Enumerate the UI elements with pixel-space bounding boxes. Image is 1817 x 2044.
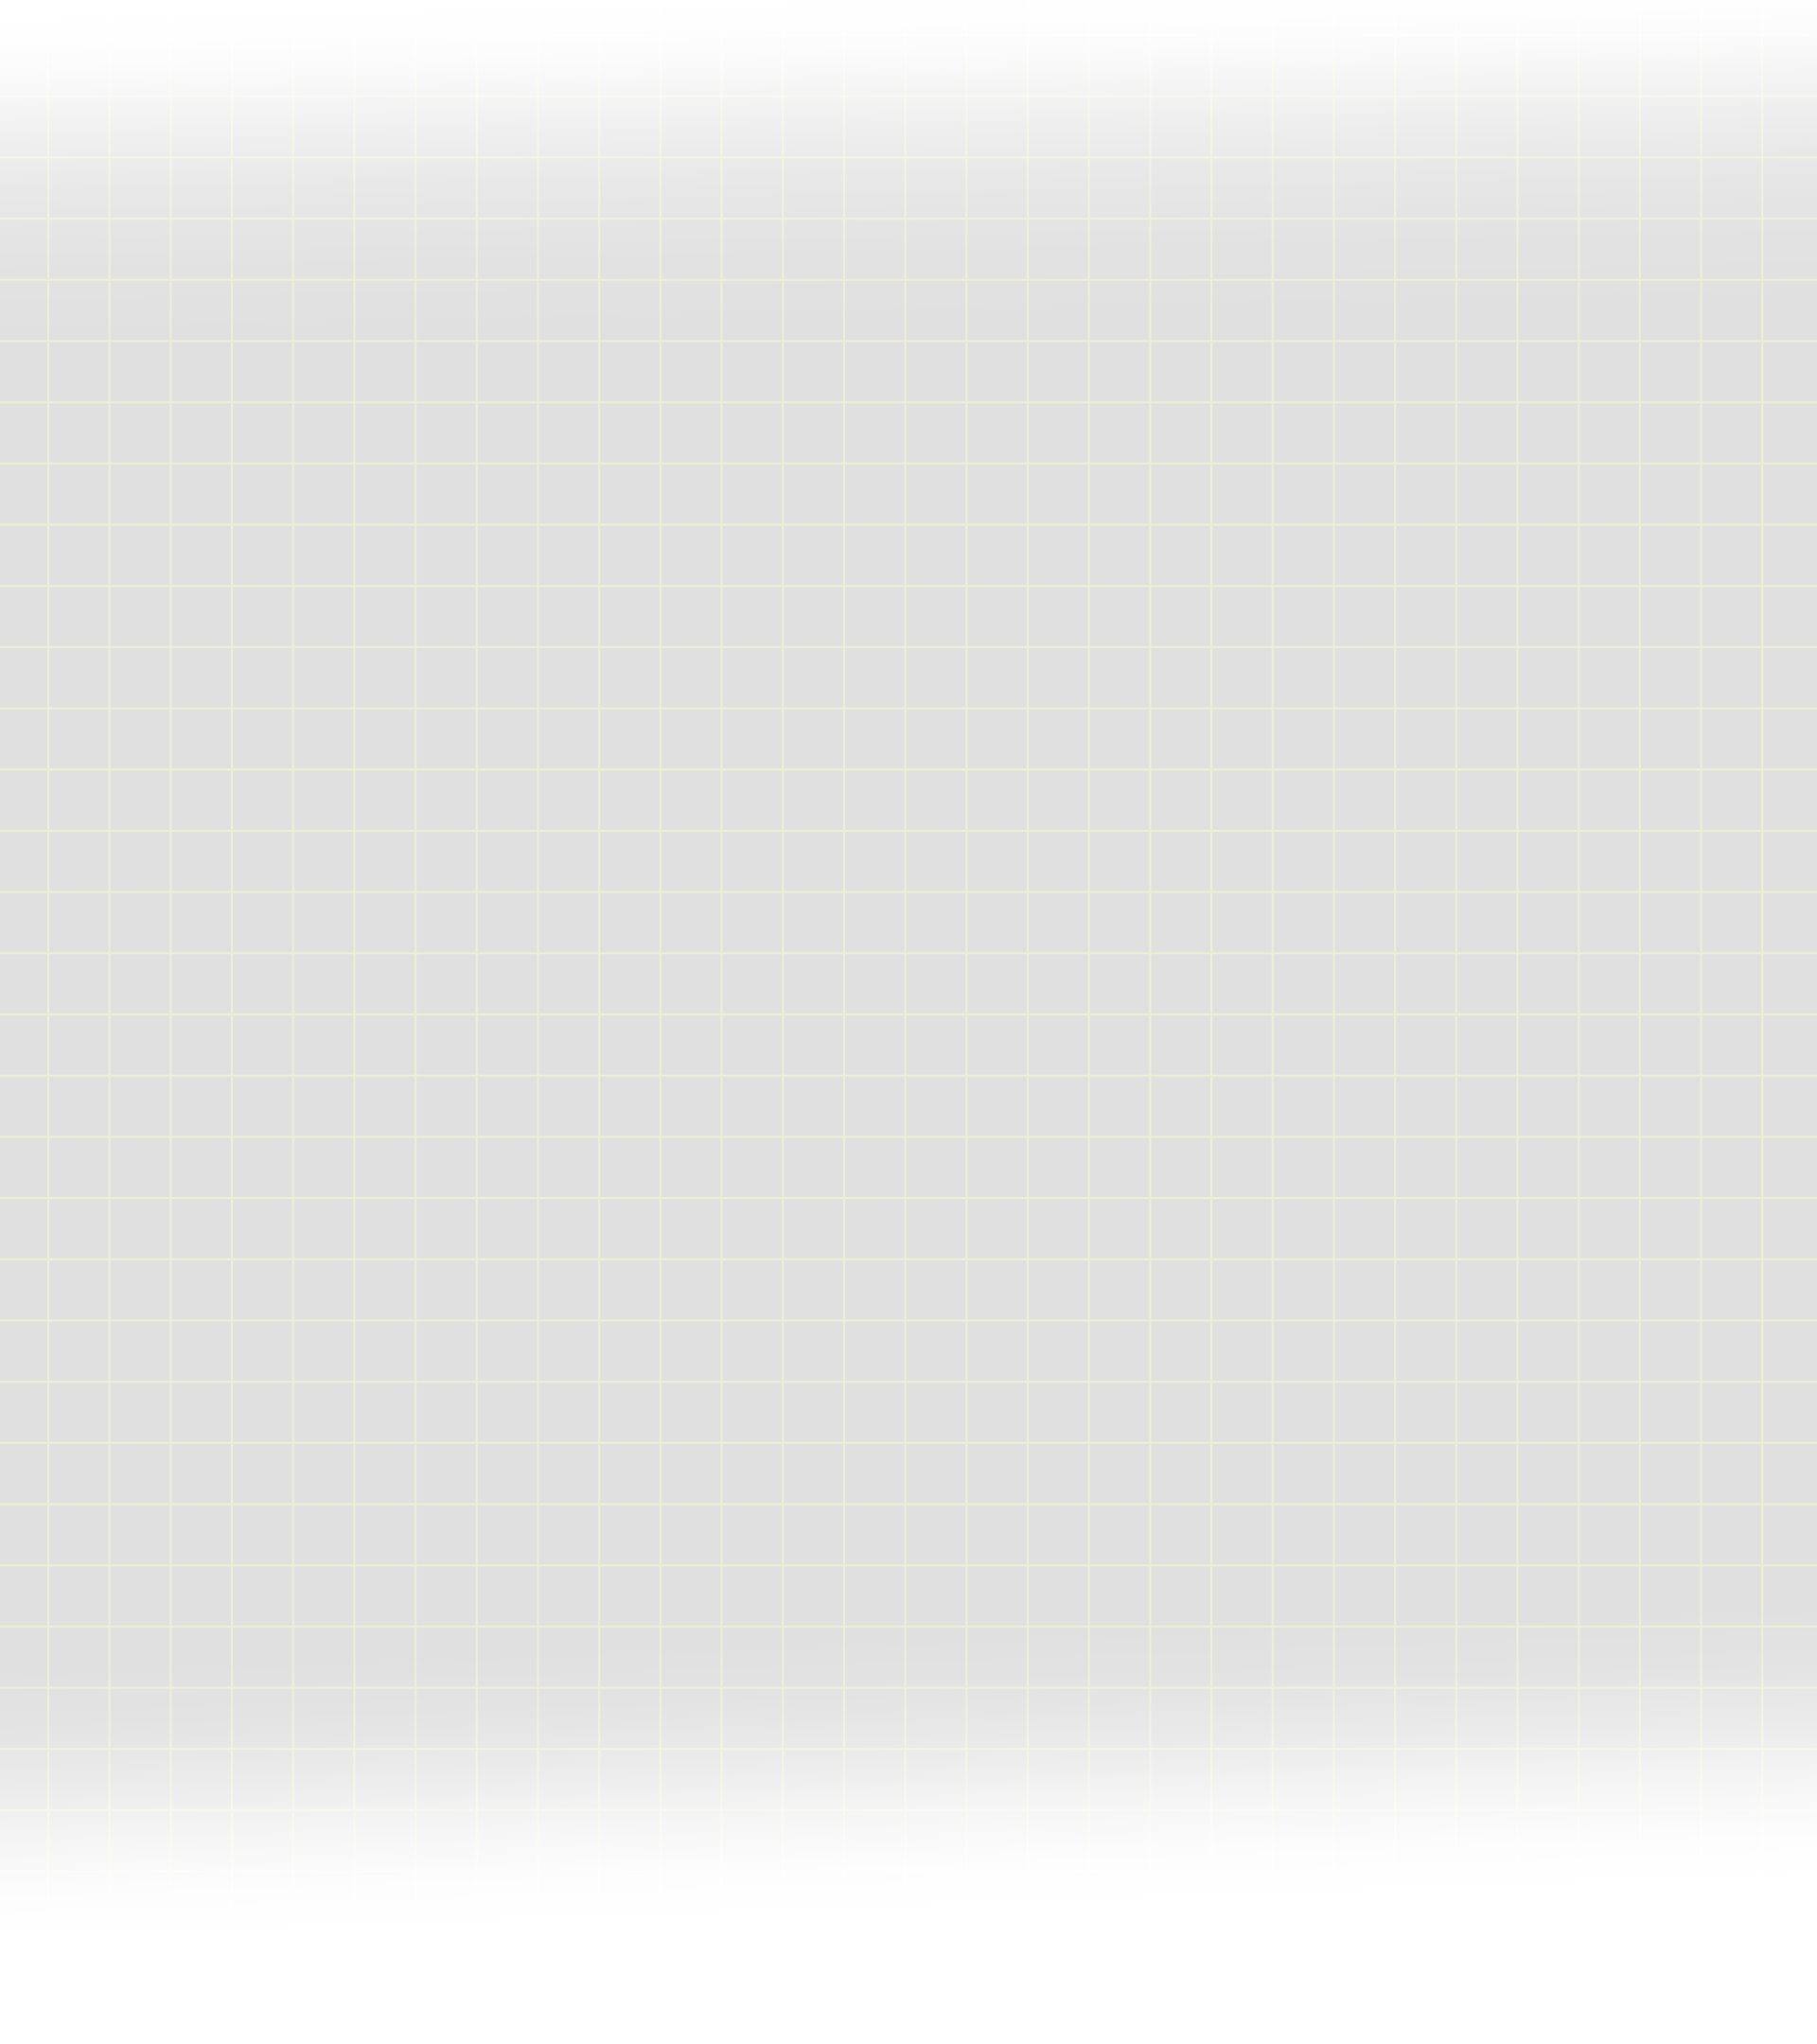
top-fade-overlay — [0, 0, 1817, 435]
blank-grid-canvas — [0, 0, 1817, 2044]
bottom-white-area — [0, 1930, 1817, 2044]
